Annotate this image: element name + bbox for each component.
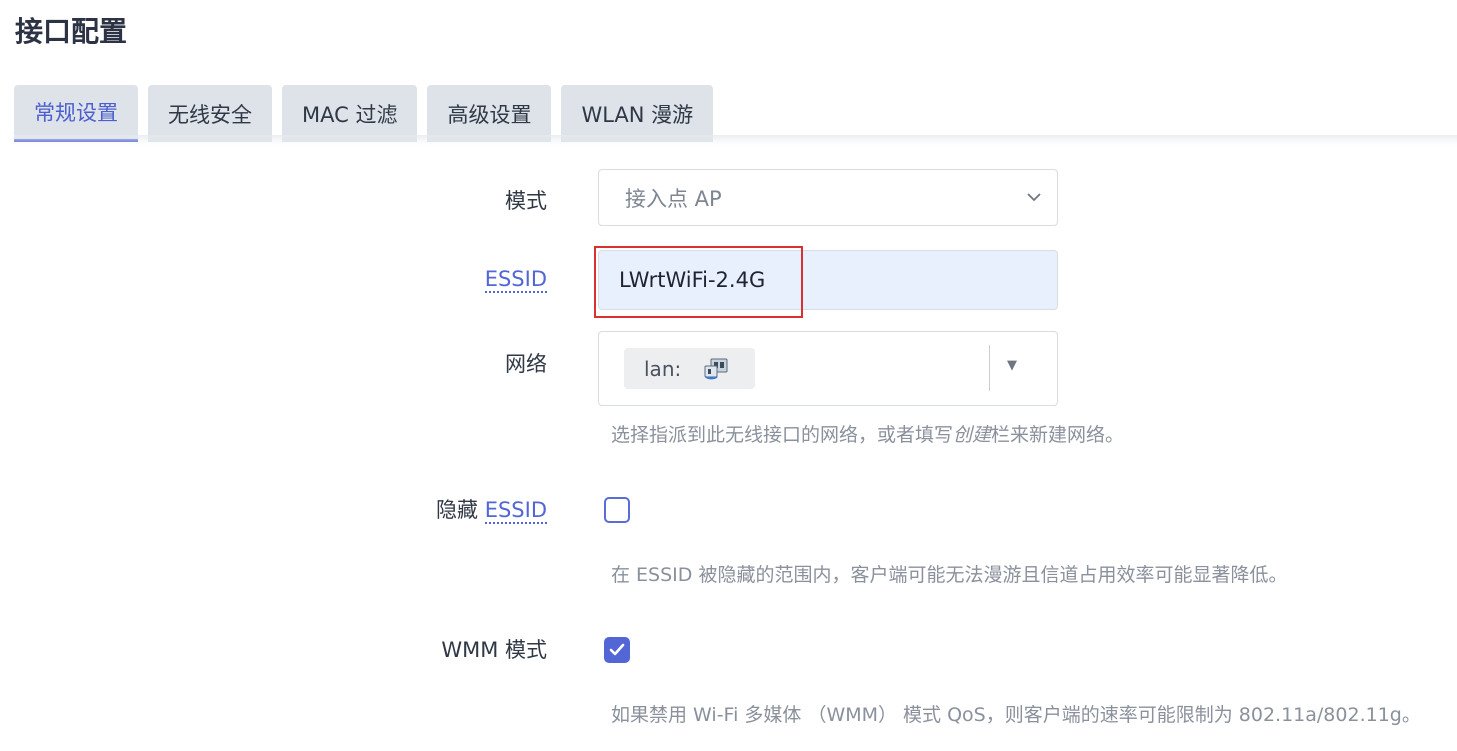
- hidden-essid-checkbox[interactable]: [604, 497, 630, 523]
- network-port-icon: [704, 358, 728, 379]
- tab-advanced[interactable]: 高级设置: [427, 85, 552, 142]
- hidden-essid-help-text: 在 ESSID 被隐藏的范围内，客户端可能无法漫游且信道占用效率可能显著降低。: [611, 564, 1288, 586]
- hidden-essid-label: 隐藏 ESSID: [436, 494, 547, 524]
- wmm-label: WMM 模式: [441, 638, 547, 662]
- tab-general[interactable]: 常规设置: [14, 85, 138, 142]
- network-chip-label: lan:: [644, 356, 682, 381]
- mode-label: 模式: [505, 189, 547, 213]
- tab-bar: 常规设置 无线安全 MAC 过滤 高级设置 WLAN 漫游: [14, 85, 723, 142]
- page-title: 接口配置: [15, 15, 128, 48]
- essid-label-link[interactable]: ESSID: [484, 267, 547, 293]
- network-select[interactable]: lan: ▼: [598, 331, 1058, 406]
- tab-content-shadow: [14, 135, 1457, 145]
- tab-wireless-security[interactable]: 无线安全: [148, 85, 272, 142]
- network-label: 网络: [505, 352, 547, 376]
- tab-wlan-roaming[interactable]: WLAN 漫游: [561, 85, 714, 142]
- mode-select[interactable]: 接入点 AP: [598, 169, 1058, 226]
- essid-label: ESSID: [484, 267, 547, 293]
- wmm-checkbox[interactable]: [604, 637, 630, 663]
- hidden-essid-label-prefix: 隐藏: [436, 498, 479, 522]
- wmm-help-text: 如果禁用 Wi-Fi 多媒体 （WMM） 模式 QoS，则客户端的速率可能限制为…: [611, 704, 1421, 726]
- network-help-em: 创建: [953, 424, 992, 446]
- highlight-box: [594, 246, 803, 318]
- hidden-essid-label-link[interactable]: ESSID: [484, 498, 547, 524]
- network-help-after: 栏来新建网络。: [991, 424, 1125, 446]
- network-chip-lan[interactable]: lan:: [624, 348, 755, 389]
- tab-mac-filter[interactable]: MAC 过滤: [282, 85, 418, 142]
- network-help-text: 选择指派到此无线接口的网络，或者填写创建栏来新建网络。: [611, 420, 1124, 447]
- mode-select-value: 接入点 AP: [625, 186, 722, 211]
- network-help-before: 选择指派到此无线接口的网络，或者填写: [611, 424, 954, 446]
- caret-down-icon[interactable]: ▼: [1007, 358, 1017, 373]
- checkmark-icon: [609, 643, 625, 656]
- select-divider: [989, 345, 990, 391]
- chevron-down-icon: [1027, 193, 1041, 202]
